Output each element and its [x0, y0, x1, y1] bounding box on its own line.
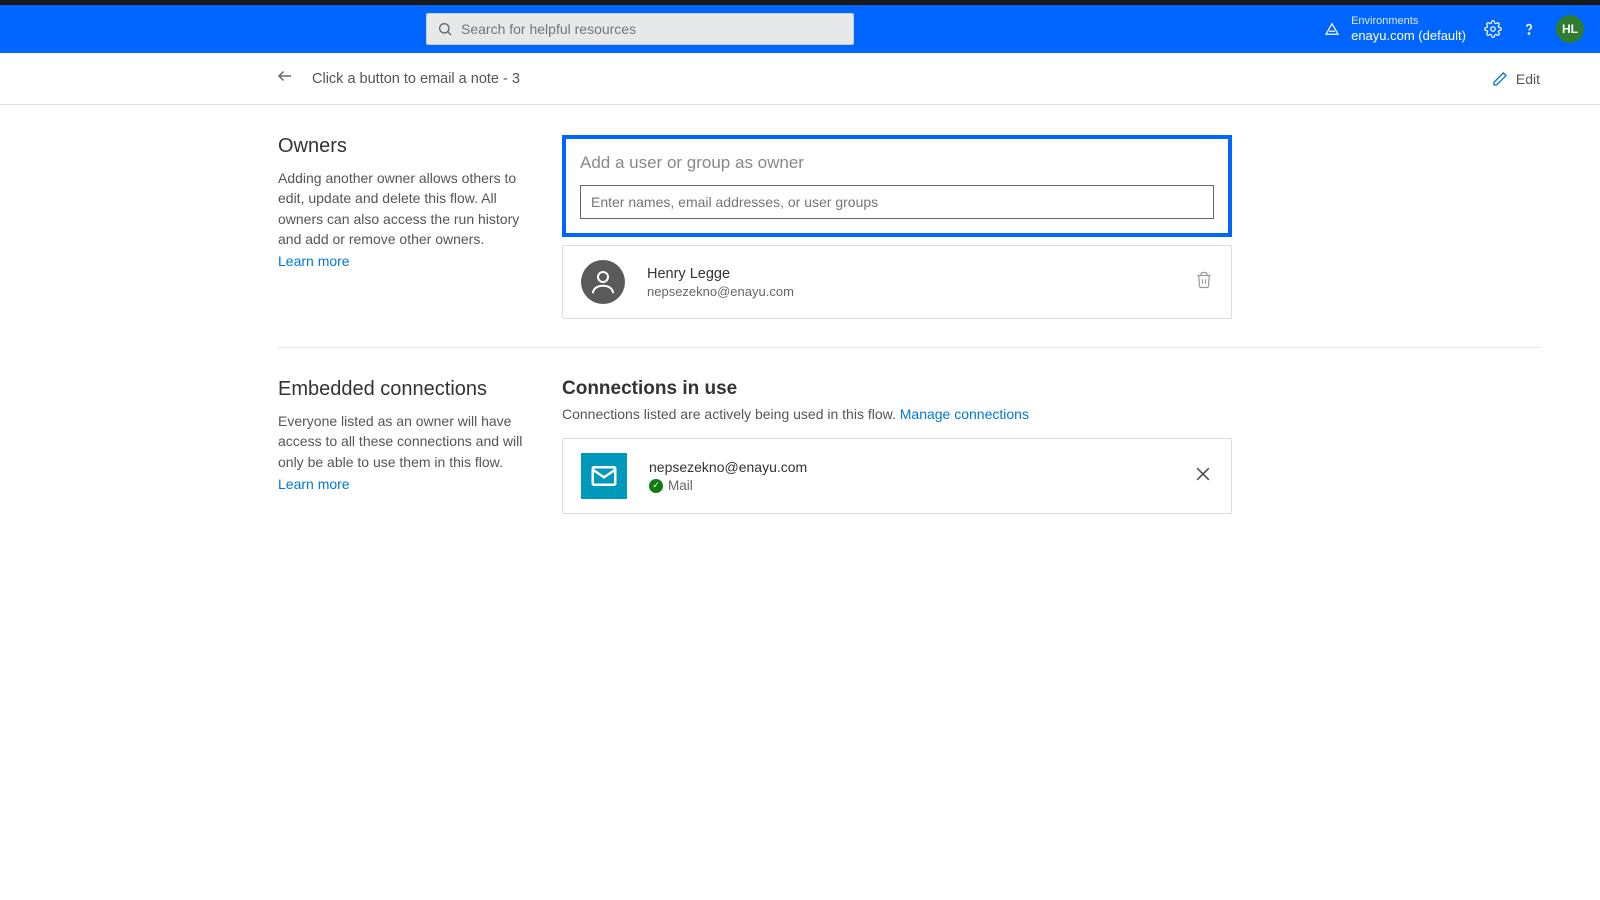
trash-icon: [1195, 271, 1213, 289]
owners-section: Owners Adding another owner allows other…: [278, 105, 1540, 348]
edit-label: Edit: [1516, 71, 1540, 87]
connection-email: nepsezekno@enayu.com: [649, 459, 807, 475]
person-icon: [581, 260, 625, 304]
settings-button[interactable]: [1484, 20, 1502, 38]
environment-name: enayu.com (default): [1351, 28, 1466, 44]
add-owner-title: Add a user or group as owner: [580, 153, 1214, 173]
connection-label-row: ✓ Mail: [649, 478, 807, 493]
connection-label: Mail: [668, 478, 693, 493]
delete-owner-button[interactable]: [1195, 271, 1213, 294]
owners-learn-more-link[interactable]: Learn more: [278, 253, 350, 269]
connections-heading: Embedded connections: [278, 378, 532, 401]
page-title: Click a button to email a note - 3: [312, 71, 520, 87]
user-avatar[interactable]: HL: [1556, 15, 1584, 43]
owner-name: Henry Legge: [647, 266, 794, 282]
remove-connection-button[interactable]: [1193, 464, 1213, 489]
page-header: Click a button to email a note - 3 Edit: [0, 53, 1600, 105]
mail-icon: [581, 453, 627, 499]
manage-connections-link[interactable]: Manage connections: [900, 406, 1029, 422]
edit-button[interactable]: Edit: [1492, 71, 1540, 87]
add-owner-input[interactable]: [580, 185, 1214, 219]
connections-desc: Everyone listed as an owner will have ac…: [278, 411, 532, 472]
connections-learn-more-link[interactable]: Learn more: [278, 476, 350, 492]
top-navbar: Environments enayu.com (default) HL: [0, 5, 1600, 53]
environment-icon: [1323, 20, 1341, 38]
owner-email: nepsezekno@enayu.com: [647, 284, 794, 299]
back-button[interactable]: [276, 67, 294, 90]
environment-picker[interactable]: Environments enayu.com (default): [1323, 15, 1466, 44]
connections-subtext: Connections listed are actively being us…: [562, 406, 1232, 422]
owners-desc: Adding another owner allows others to ed…: [278, 168, 532, 249]
global-search[interactable]: [426, 13, 854, 45]
owners-heading: Owners: [278, 135, 532, 158]
search-input[interactable]: [461, 21, 843, 37]
connection-info: nepsezekno@enayu.com ✓ Mail: [649, 459, 807, 493]
environment-text: Environments enayu.com (default): [1351, 15, 1466, 44]
close-icon: [1193, 464, 1213, 484]
connections-in-use-heading: Connections in use: [562, 378, 1232, 400]
environment-label: Environments: [1351, 15, 1466, 28]
edit-icon: [1492, 71, 1508, 87]
check-icon: ✓: [649, 479, 663, 493]
owner-card: Henry Legge nepsezekno@enayu.com: [562, 245, 1232, 319]
add-owner-box: Add a user or group as owner: [562, 135, 1232, 237]
connection-card: nepsezekno@enayu.com ✓ Mail: [562, 438, 1232, 514]
help-button[interactable]: [1520, 20, 1538, 38]
search-icon: [437, 21, 453, 37]
topbar-right: Environments enayu.com (default) HL: [1323, 15, 1584, 44]
owner-info: Henry Legge nepsezekno@enayu.com: [647, 266, 794, 299]
connections-section: Embedded connections Everyone listed as …: [278, 348, 1540, 542]
